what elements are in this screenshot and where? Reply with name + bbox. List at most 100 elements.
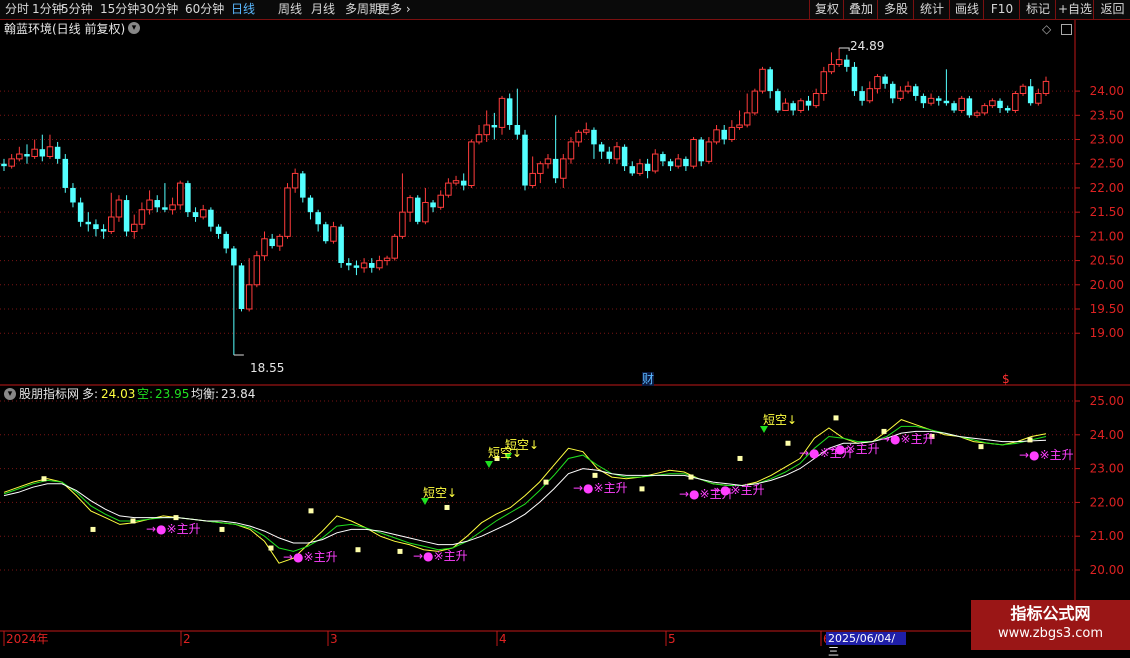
- signal-square-8: [397, 548, 403, 554]
- time-label-2: 3: [330, 632, 338, 646]
- indicator-tick-label-2: 23.00: [1090, 462, 1124, 476]
- candle-body-2: [16, 153, 23, 160]
- indicator-chevron-icon[interactable]: ▾: [4, 388, 16, 400]
- diamond-icon[interactable]: ◇: [1042, 22, 1051, 36]
- candle-body-5: [39, 149, 46, 157]
- candle-body-0: [1, 163, 7, 167]
- candle-body-24: [185, 183, 191, 213]
- candle-body-120: [920, 95, 927, 104]
- candle-body-64: [491, 124, 498, 128]
- candle-body-121: [927, 97, 935, 104]
- candle-body-133: [1019, 85, 1027, 95]
- candle-body-117: [897, 90, 904, 99]
- candle-body-124: [951, 103, 957, 111]
- candle-body-53: [406, 197, 414, 213]
- candle-body-57: [437, 194, 444, 208]
- candle-body-106: [812, 93, 820, 107]
- candle-body-104: [797, 100, 805, 111]
- time-label-4: 5: [668, 632, 676, 646]
- candle-body-28: [215, 226, 222, 234]
- candle-body-44: [338, 226, 344, 263]
- candle-body-114: [874, 76, 881, 90]
- candle-body-9: [70, 187, 76, 203]
- jun-value: 23.84: [221, 387, 256, 401]
- candle-body-113: [866, 88, 874, 102]
- candle-body-127: [973, 112, 981, 116]
- signal-square-6: [308, 508, 314, 514]
- candle-body-61: [468, 141, 475, 187]
- candle-body-107: [820, 71, 828, 95]
- candle-body-36: [276, 235, 284, 247]
- candle-body-29: [223, 233, 229, 249]
- signal-square-15: [737, 455, 743, 461]
- short-arrow-1: [485, 461, 493, 468]
- main-up-signal-9: →●※主升: [880, 432, 935, 446]
- dollar-marker[interactable]: $: [1002, 372, 1010, 386]
- panel-toggle-icon[interactable]: [1061, 24, 1072, 35]
- indicator-name: 股朋指标网: [19, 387, 80, 401]
- signal-square-4: [219, 526, 225, 532]
- candle-body-41: [315, 212, 321, 225]
- candle-body-48: [369, 262, 375, 268]
- candle-body-59: [452, 180, 460, 184]
- jun-label: 均衡:: [191, 387, 220, 401]
- title-chevron-icon[interactable]: ▾: [128, 22, 140, 34]
- candle-body-131: [1004, 108, 1011, 111]
- candle-body-91: [698, 139, 704, 162]
- candle-body-8: [62, 158, 69, 188]
- candle-body-75: [575, 131, 582, 143]
- indicator-tick-label-4: 21.00: [1090, 529, 1124, 543]
- candle-body-3: [24, 154, 30, 157]
- price-tick-label-8: 20.00: [1090, 278, 1124, 292]
- indicator-tick-label-5: 20.00: [1090, 563, 1124, 577]
- candle-body-135: [1035, 93, 1042, 104]
- candle-body-66: [506, 98, 513, 125]
- candle-body-16: [123, 200, 130, 232]
- watermark: 指标公式网 www.zbgs3.com: [971, 600, 1130, 650]
- candle-body-80: [613, 146, 621, 160]
- candle-body-108: [828, 63, 835, 73]
- candle-body-125: [958, 97, 965, 111]
- main-up-signal-2: →●※主升: [283, 550, 338, 564]
- signal-square-1: [90, 526, 96, 532]
- candle-body-119: [912, 86, 919, 96]
- candle-body-38: [291, 172, 299, 189]
- candle-body-68: [522, 134, 528, 186]
- candle-body-103: [790, 103, 796, 111]
- candle-body-67: [514, 124, 521, 135]
- candle-body-126: [966, 98, 973, 116]
- candle-body-33: [253, 255, 261, 286]
- candle-body-128: [981, 105, 988, 114]
- candle-body-15: [115, 199, 123, 218]
- stock-title: 翰蓝环境(日线 前复权): [4, 22, 126, 36]
- signal-square-21: [1027, 437, 1033, 443]
- candle-body-1: [8, 158, 15, 167]
- candle-body-47: [360, 262, 368, 269]
- candle-body-76: [583, 129, 590, 133]
- financial-marker[interactable]: 财: [642, 372, 655, 386]
- candle-body-105: [805, 100, 812, 106]
- candle-body-72: [552, 158, 559, 179]
- candle-body-111: [851, 66, 858, 92]
- candle-body-97: [743, 112, 751, 126]
- candle-body-7: [54, 146, 61, 159]
- candle-body-84: [644, 163, 651, 171]
- candle-body-23: [176, 182, 184, 206]
- candle-body-89: [683, 158, 689, 167]
- candle-body-14: [108, 216, 115, 233]
- candle-body-93: [713, 129, 720, 143]
- candle-body-101: [775, 91, 781, 111]
- candle-body-118: [904, 85, 912, 92]
- kong-value: 23.95: [155, 387, 190, 401]
- candle-body-35: [269, 238, 275, 247]
- kong-label: 空:: [137, 387, 154, 401]
- candle-body-49: [376, 260, 383, 269]
- main-up-signal-8: →●※主升: [825, 442, 880, 456]
- candle-body-88: [674, 158, 682, 167]
- signal-square-7: [355, 547, 361, 553]
- candle-body-110: [844, 59, 850, 67]
- candle-body-43: [330, 226, 337, 242]
- signal-square-3: [173, 515, 179, 521]
- candle-body-98: [751, 90, 759, 114]
- candle-body-102: [782, 102, 789, 111]
